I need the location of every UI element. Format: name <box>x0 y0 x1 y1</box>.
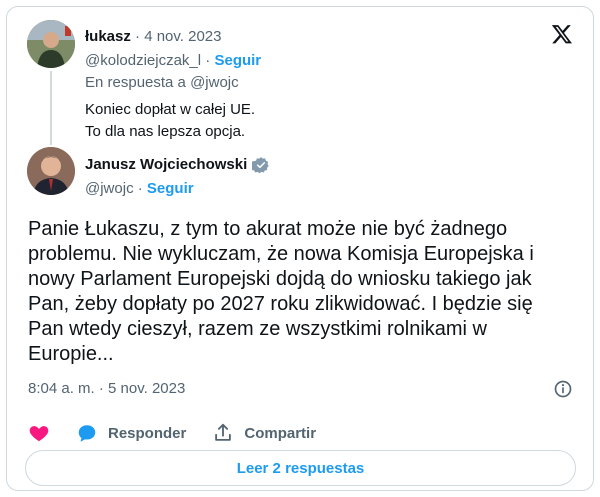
reply-bubble-icon <box>78 425 96 442</box>
info-icon[interactable] <box>553 379 573 399</box>
main-text-line: Europie... <box>28 343 114 365</box>
x-logo-icon[interactable] <box>551 23 573 45</box>
reply-label: Responder <box>108 424 187 442</box>
like-button[interactable] <box>28 422 50 444</box>
follow-lukasz-link[interactable]: Seguir <box>214 52 261 69</box>
read-replies-button[interactable]: Leer 2 respuestas <box>25 450 576 486</box>
reply-text-line: To dla nas lepsza opcja. <box>85 123 246 140</box>
main-text-line: Panie Łukaszu, z tym to akurat może nie … <box>28 218 508 240</box>
main-text-line: problemu. Nie wykluczam, że nowa Komisja… <box>28 243 534 265</box>
tweet-embed-card: łukasz · 4 nov. 2023 @kolodziejczak_l · … <box>6 6 594 491</box>
main-author-handle[interactable]: @jwojc <box>85 180 134 197</box>
reply-handle-row: @kolodziejczak_l · Seguir <box>85 52 262 69</box>
main-tweet-text: Panie Łukaszu, z tym to akurat może nie … <box>28 217 588 367</box>
tweet-actions: Responder Compartir <box>28 421 342 445</box>
thread-connector <box>50 71 52 145</box>
replying-to-label: En respuesta a @jwojc <box>85 74 239 91</box>
avatar-lukasz[interactable] <box>27 20 75 68</box>
reply-author-handle[interactable]: @kolodziejczak_l <box>85 52 201 69</box>
reply-date[interactable]: 4 nov. 2023 <box>144 28 221 45</box>
reply-tweet-header: łukasz · 4 nov. 2023 <box>85 28 222 45</box>
main-text-line: Pan, żeby dopłaty po 2027 roku zlikwidow… <box>28 293 533 315</box>
main-text-line: nowy Parlament Europejski dojdą do wnios… <box>28 268 532 290</box>
tweet-timestamp[interactable]: 8:04 a. m. · 5 nov. 2023 <box>28 379 185 399</box>
main-author-name[interactable]: Janusz Wojciechowski <box>85 155 247 175</box>
main-handle-row: @jwojc · Seguir <box>85 180 194 197</box>
share-icon <box>215 423 232 441</box>
share-button[interactable]: Compartir <box>212 422 316 444</box>
share-label: Compartir <box>244 424 317 442</box>
main-author-row: Janusz Wojciechowski <box>85 155 270 175</box>
verified-badge-icon <box>252 157 270 174</box>
reply-tweet-text: Koniec dopłat w całej UE. To dla nas lep… <box>85 99 255 143</box>
main-text-line: Pan wtedy cieszył, razem ze wszystkimi r… <box>28 318 487 340</box>
reply-text-line: Koniec dopłat w całej UE. <box>85 101 256 118</box>
reply-author-name[interactable]: łukasz <box>85 28 131 45</box>
heart-icon <box>29 426 49 442</box>
reply-button[interactable]: Responder <box>76 422 186 444</box>
follow-jwojc-link[interactable]: Seguir <box>147 180 194 197</box>
avatar-janusz[interactable] <box>27 147 75 195</box>
